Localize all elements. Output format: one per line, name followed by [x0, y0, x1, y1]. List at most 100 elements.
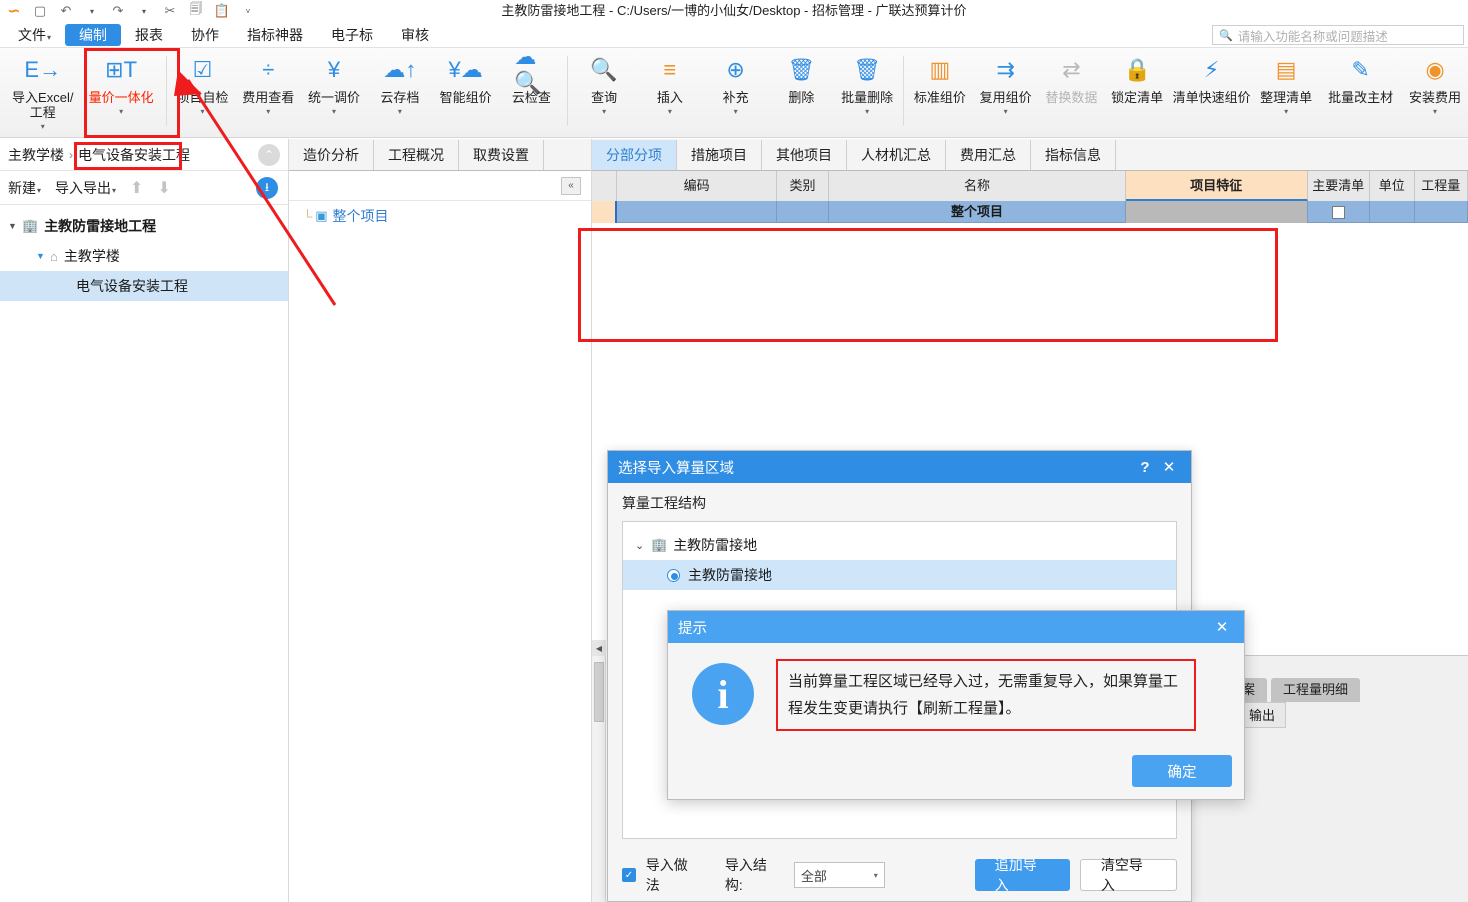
cell-1[interactable]	[617, 201, 778, 223]
menu-item-indicator-tool[interactable]: 指标神器	[233, 24, 317, 46]
tree-item-selected[interactable]: 主教防雷接地	[623, 560, 1176, 590]
tab-3[interactable]: 分部分项	[592, 140, 677, 170]
column-header-0[interactable]	[592, 171, 618, 201]
chevron-down-icon[interactable]: ▾	[119, 107, 123, 116]
chevron-down-icon[interactable]: ▾	[1004, 107, 1008, 116]
tab-2[interactable]: 取费设置	[459, 140, 544, 170]
new-button[interactable]: 新建▾	[8, 178, 41, 198]
radio-button[interactable]	[667, 568, 680, 582]
scrollbar-thumb[interactable]	[594, 662, 604, 722]
cell-5[interactable]	[1308, 201, 1370, 223]
import-structure-select[interactable]: 全部 ▾	[793, 862, 885, 888]
tree-node-root[interactable]: ⌄ 🏢 主教防雷接地	[623, 530, 1176, 560]
ribbon-button-batch-delete[interactable]: 🗑 批量删除 ▾	[834, 48, 900, 136]
tab-8[interactable]: 指标信息	[1031, 140, 1116, 170]
chevron-down-icon[interactable]: ▾	[332, 107, 336, 116]
scroll-left-icon[interactable]: ◀	[592, 640, 606, 656]
chevron-down-icon[interactable]: ▾	[398, 107, 402, 116]
cell-6[interactable]	[1370, 201, 1415, 223]
chevron-down-icon[interactable]: ▾	[1284, 107, 1288, 116]
ribbon-button-unified-price-adjust[interactable]: ¥ 统一调价 ▾	[301, 48, 367, 136]
column-header-6[interactable]: 单位	[1369, 171, 1415, 201]
detail-sub-0[interactable]: 输出	[1239, 702, 1287, 728]
ribbon-button-organize-list[interactable]: ▤ 整理清单 ▾	[1253, 48, 1319, 136]
column-header-5[interactable]: 主要清单	[1307, 171, 1370, 201]
tree-node-building[interactable]: ▼ ⌂ 主教学楼	[0, 241, 288, 271]
menu-item-file[interactable]: 文件▾	[4, 24, 65, 46]
ribbon-button-standard-pricing[interactable]: ▥ 标准组价	[907, 48, 973, 136]
column-header-3[interactable]: 名称	[828, 171, 1127, 201]
ribbon-button-batch-change-material[interactable]: ✎ 批量改主材	[1319, 48, 1402, 136]
ribbon-button-installation-cost[interactable]: ◉ 安装费用 ▾	[1402, 48, 1468, 136]
column-header-2[interactable]: 类别	[777, 171, 829, 201]
ribbon-button-list-quick-pricing[interactable]: ⚡ 清单快速组价	[1170, 48, 1253, 136]
cell-4[interactable]	[1126, 201, 1308, 223]
close-icon[interactable]: ✕	[1157, 458, 1181, 476]
chevron-down-icon[interactable]: ▼	[8, 221, 22, 231]
detail-tab-1[interactable]: 工程量明细	[1271, 678, 1361, 702]
chevron-left-double-icon[interactable]: «	[561, 176, 581, 195]
cell-7[interactable]	[1415, 201, 1468, 223]
cut-icon[interactable]: ✂	[160, 1, 180, 21]
import-export-button[interactable]: 导入导出▾	[55, 178, 116, 198]
chevron-down-icon[interactable]: ▾	[201, 107, 205, 116]
redo-icon[interactable]: ↷	[108, 1, 128, 21]
cell-3[interactable]: 整个项目	[829, 201, 1127, 223]
chevron-down-icon[interactable]: ▾	[266, 107, 270, 116]
tree-node-electrical[interactable]: 电气设备安装工程	[0, 271, 288, 301]
copy-icon[interactable]: 🗐	[186, 1, 206, 21]
vertical-scrollbar[interactable]: ◀	[592, 640, 606, 902]
paste-icon[interactable]: 📋	[212, 1, 232, 21]
menu-item-audit[interactable]: 审核	[387, 24, 443, 46]
breadcrumb-current[interactable]: 电气设备安装工程	[78, 145, 190, 165]
ribbon-button-insert[interactable]: ≡ 插入 ▾	[637, 48, 703, 136]
ribbon-button-delete[interactable]: 🗑 删除	[769, 48, 835, 136]
tab-1[interactable]: 工程概况	[374, 140, 459, 170]
search-input[interactable]: 🔍 请输入功能名称或问题描述	[1212, 25, 1464, 45]
chevron-down-icon[interactable]: ⌄	[635, 539, 651, 552]
tab-7[interactable]: 费用汇总	[946, 140, 1031, 170]
chevron-down-icon[interactable]: ▾	[1433, 107, 1437, 116]
cell-0[interactable]	[592, 201, 618, 223]
undo-icon[interactable]: ↶	[56, 1, 76, 21]
arrow-up-icon[interactable]: ⬆	[130, 178, 143, 198]
download-icon[interactable]: ⭳	[256, 177, 278, 199]
column-header-1[interactable]: 编码	[617, 171, 778, 201]
arrow-down-icon[interactable]: ⬇	[157, 178, 170, 198]
list-item[interactable]: └ ▣ 整个项目	[289, 201, 591, 231]
ribbon-button-reuse-pricing[interactable]: ⇉ 复用组价 ▾	[973, 48, 1039, 136]
import-method-checkbox[interactable]: ✓	[622, 868, 636, 882]
ok-button[interactable]: 确定	[1132, 755, 1232, 787]
ribbon-button-cloud-check[interactable]: ☁🔍 云检查	[498, 44, 564, 136]
tab-4[interactable]: 措施项目	[677, 140, 762, 170]
tab-5[interactable]: 其他项目	[762, 140, 847, 170]
ribbon-button-supplement[interactable]: ⊕ 补充 ▾	[703, 48, 769, 136]
undo-dropdown-icon[interactable]: ▾	[82, 1, 102, 21]
append-import-button[interactable]: 追加导入	[974, 857, 1070, 893]
chevron-down-icon[interactable]: ▾	[602, 107, 606, 116]
ribbon-button-import-excel-project[interactable]: E→ 导入Excel/工程 ▾	[6, 48, 80, 136]
menu-item-collaborate[interactable]: 协作	[177, 24, 233, 46]
main-list-checkbox[interactable]	[1331, 205, 1345, 219]
menu-item-ebid[interactable]: 电子标	[317, 24, 387, 46]
help-icon[interactable]: ?	[1133, 459, 1157, 476]
chevron-down-icon[interactable]: ▾	[668, 107, 672, 116]
quick-access-toolbar[interactable]: ∽ ▢ ↶ ▾ ↷ ▾ ✂ 🗐 📋 ˅	[0, 0, 258, 22]
clear-import-button[interactable]: 清空导入	[1079, 857, 1177, 893]
tab-6[interactable]: 人材机汇总	[847, 140, 946, 170]
close-icon[interactable]: ✕	[1210, 618, 1234, 636]
breadcrumb-parent[interactable]: 主教学楼	[8, 145, 64, 165]
cell-2[interactable]	[777, 201, 829, 223]
ribbon-button-lock-list[interactable]: 🔒 锁定清单	[1104, 48, 1170, 136]
ribbon-button-query[interactable]: 🔍 查询 ▾	[571, 48, 637, 136]
ribbon-button-cloud-archive[interactable]: ☁↑ 云存档 ▾	[367, 48, 433, 136]
menu-item-edit[interactable]: 编制	[65, 24, 122, 46]
chevron-down-icon[interactable]: ▾	[734, 107, 738, 116]
chevron-down-icon[interactable]: ▾	[41, 122, 45, 131]
chevron-down-icon[interactable]: ▾	[865, 107, 869, 116]
chevron-up-icon[interactable]: ⌃	[258, 144, 280, 166]
ribbon-button-project-self-check[interactable]: ☑ 项目自检 ▾	[170, 48, 236, 136]
chevron-down-icon[interactable]: ▼	[36, 251, 50, 261]
customize-dropdown-icon[interactable]: ˅	[238, 1, 258, 21]
column-header-7[interactable]: 工程量	[1414, 171, 1468, 201]
